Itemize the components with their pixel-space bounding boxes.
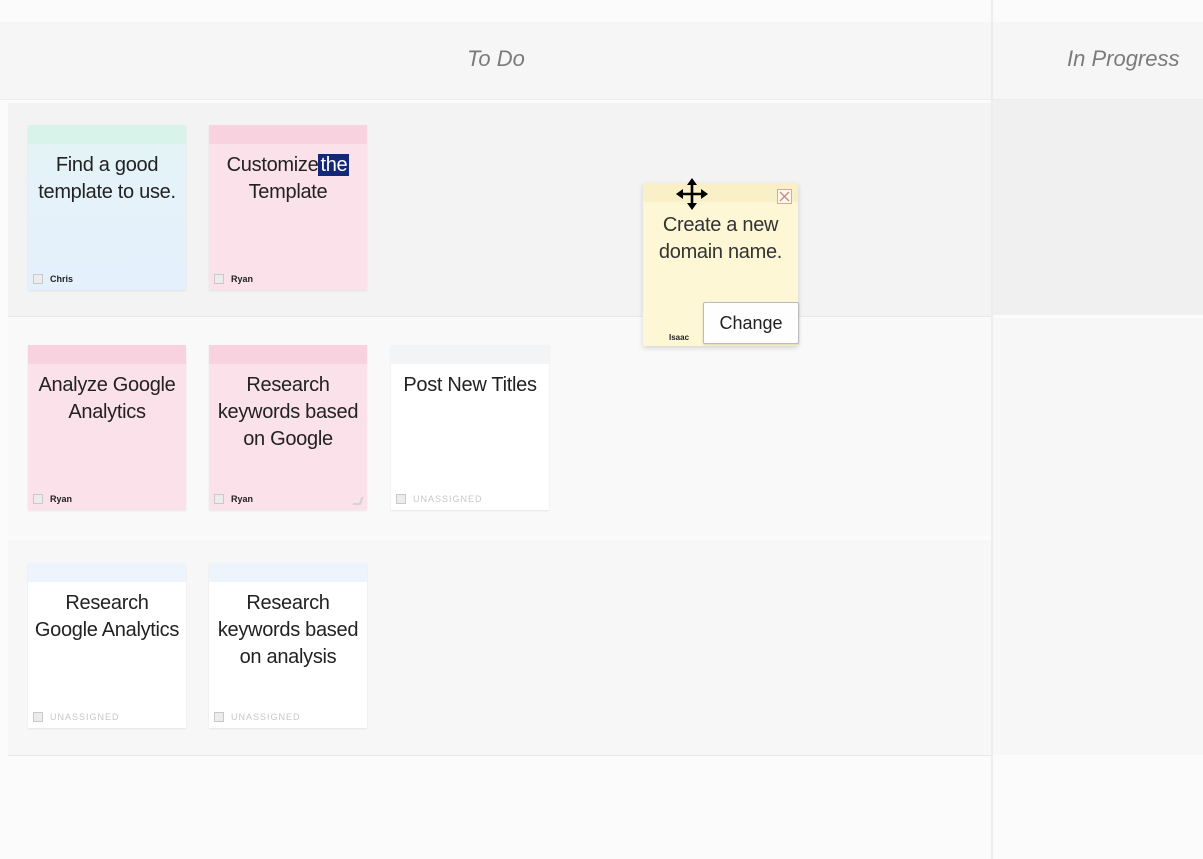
card-color-strip: [28, 345, 186, 364]
card-checkbox[interactable]: [33, 712, 43, 722]
move-icon[interactable]: [675, 177, 709, 211]
task-card[interactable]: Research keywords based on analysis UNAS…: [209, 563, 367, 728]
task-card[interactable]: Analyze Google Analytics Ryan: [28, 345, 186, 510]
change-owner-button[interactable]: Change: [703, 302, 799, 344]
card-checkbox[interactable]: [33, 274, 43, 284]
card-text-part: Template: [248, 181, 328, 203]
card-checkbox[interactable]: [214, 274, 224, 284]
card-checkbox[interactable]: [214, 494, 224, 504]
card-footer: Ryan: [214, 493, 253, 505]
card-color-strip: [28, 125, 186, 144]
card-color-strip: [209, 125, 367, 144]
card-color-strip: [209, 563, 367, 582]
card-text[interactable]: Research keywords based on Google: [215, 372, 361, 453]
card-color-strip: [209, 345, 367, 364]
card-owner[interactable]: Ryan: [231, 274, 253, 284]
resize-grip-icon[interactable]: [352, 497, 364, 505]
card-text-part: Customize: [226, 154, 319, 176]
card-owner[interactable]: UNASSIGNED: [50, 712, 120, 722]
card-owner[interactable]: Ryan: [50, 494, 72, 504]
column-title-todo: To Do: [467, 46, 525, 71]
card-footer: UNASSIGNED: [33, 711, 120, 723]
card-text[interactable]: Create a new domain name.: [649, 212, 792, 266]
in-progress-lane-2: [993, 318, 1203, 755]
column-divider: [991, 0, 993, 859]
card-footer: Chris: [33, 273, 73, 285]
close-icon[interactable]: [777, 189, 792, 204]
card-checkbox[interactable]: [214, 712, 224, 722]
card-text[interactable]: Customize the Template: [215, 152, 361, 206]
selected-text: the: [318, 154, 350, 176]
card-checkbox[interactable]: [33, 494, 43, 504]
card-color-strip: [643, 183, 798, 202]
card-owner[interactable]: Chris: [50, 274, 73, 284]
card-color-strip: [28, 563, 186, 582]
card-owner[interactable]: UNASSIGNED: [231, 712, 301, 722]
task-card[interactable]: Post New Titles UNASSIGNED: [391, 345, 549, 510]
card-text[interactable]: Analyze Google Analytics: [34, 372, 180, 426]
task-card-dragging[interactable]: Create a new domain name. Isaac Change: [643, 178, 799, 346]
card-owner[interactable]: Ryan: [231, 494, 253, 504]
card-checkbox[interactable]: [396, 494, 406, 504]
task-card[interactable]: Research Google Analytics UNASSIGNED: [28, 563, 186, 728]
card-text[interactable]: Post New Titles: [397, 372, 543, 399]
card-color-strip: [391, 345, 549, 364]
card-footer: Isaac: [669, 331, 689, 343]
card-text[interactable]: Research keywords based on analysis: [215, 590, 361, 671]
task-card[interactable]: Customize the Template Ryan: [209, 125, 367, 290]
card-owner[interactable]: Isaac: [669, 333, 689, 342]
column-header-bar: [0, 22, 1203, 100]
card-footer: UNASSIGNED: [214, 711, 301, 723]
card-footer: Ryan: [33, 493, 72, 505]
in-progress-lane-1: [993, 100, 1203, 315]
card-text[interactable]: Find a good template to use.: [34, 152, 180, 206]
card-owner[interactable]: UNASSIGNED: [413, 494, 483, 504]
card-text[interactable]: Research Google Analytics: [34, 590, 180, 644]
task-card[interactable]: Research keywords based on Google Ryan: [209, 345, 367, 510]
column-title-in-progress: In Progress: [1067, 46, 1180, 71]
task-board: To Do In Progress Find a good template t…: [0, 0, 1203, 859]
card-footer: Ryan: [214, 273, 253, 285]
card-footer: UNASSIGNED: [396, 493, 483, 505]
task-card[interactable]: Find a good template to use. Chris: [28, 125, 186, 290]
